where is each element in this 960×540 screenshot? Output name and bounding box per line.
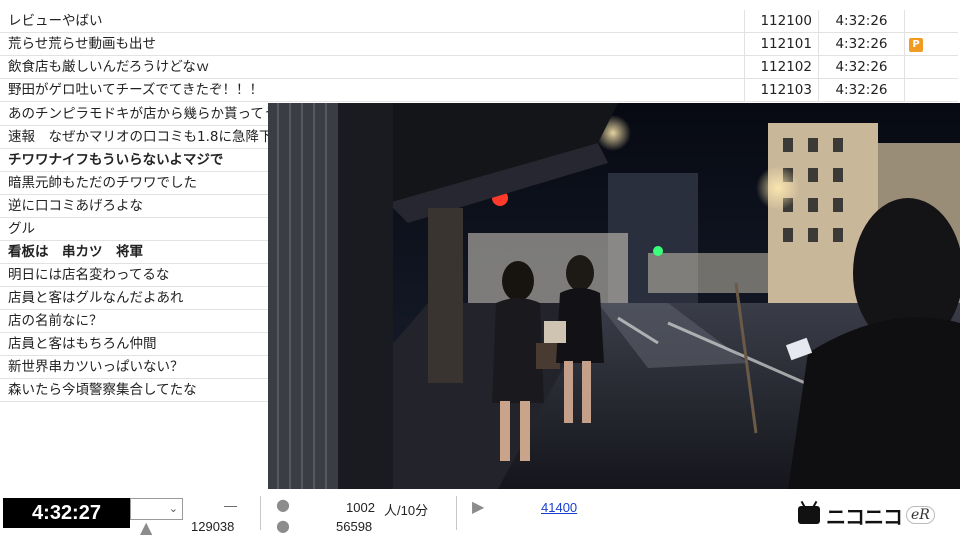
video-player[interactable]: [268, 103, 960, 489]
comment-text: 荒らせ荒らせ動画も出せ: [8, 36, 156, 52]
comment-mark: P: [904, 33, 958, 56]
separator: [456, 496, 457, 530]
comment-row[interactable]: 店員と客はグルなんだよあれ: [0, 287, 268, 310]
comment-text: 野田がゲロ吐いてチーズでてきたぞ！！！: [8, 82, 264, 98]
megaphone-icon: ▶: [472, 497, 485, 516]
comment-text: 飲食店も厳しいんだろうけどなｗ: [8, 59, 210, 75]
tv-icon: [798, 506, 820, 524]
comment-text: グル: [8, 221, 35, 237]
comment-time: 4:32:26: [818, 79, 904, 102]
logo-text: ニコニコ: [826, 504, 903, 529]
dash-text: —: [224, 498, 237, 513]
user-icon: ●: [276, 516, 290, 535]
comment-row[interactable]: レビューやばい 112100 4:32:26: [0, 10, 958, 33]
comment-text: チワワナイフもういらないよマジで: [8, 152, 224, 168]
comment-mark: [904, 56, 958, 79]
comment-number: 112103: [744, 79, 818, 102]
comment-text: 明日には店名変わってるな: [8, 267, 170, 283]
comment-text: 看板は 串カツ 将軍: [8, 244, 143, 260]
chevron-down-icon: ⌄: [168, 502, 178, 515]
separator: [260, 496, 261, 530]
comment-row[interactable]: 逆に口コミあげろよな: [0, 195, 268, 218]
comment-row[interactable]: あのチンピラモドキが店から幾らか貰ってうるさいって: [0, 103, 270, 126]
comment-row[interactable]: 明日には店名変わってるな: [0, 264, 268, 287]
comment-row[interactable]: グル: [0, 218, 268, 241]
comment-text: 店の名前なに？: [8, 313, 103, 329]
comment-text: 森いたら今頃警察集合してたな: [8, 382, 197, 398]
comment-time: 4:32:26: [818, 33, 904, 56]
comment-rate-value: 1002: [346, 500, 375, 515]
comment-row[interactable]: 暗黒元帥もただのチワワでした: [0, 172, 268, 195]
comment-text: 暗黒元帥もただのチワワでした: [8, 175, 197, 191]
comment-text: 速報 なぜかマリオの口コミも1.8に急降下: [8, 129, 270, 145]
logo-badge: eR: [906, 506, 935, 524]
elapsed-clock: 4:32:27: [3, 498, 130, 528]
comment-number: 112102: [744, 56, 818, 79]
quality-dropdown[interactable]: ⌄: [130, 498, 183, 520]
premium-badge-icon: P: [909, 38, 923, 52]
comment-time: 4:32:26: [818, 10, 904, 33]
broadcast-icon: ▲: [140, 518, 153, 537]
comment-row[interactable]: 森いたら今頃警察集合してたな: [0, 379, 268, 402]
video-frame: [268, 103, 960, 489]
comment-mark: [904, 10, 958, 33]
comment-mark: [904, 79, 958, 102]
comment-row[interactable]: 荒らせ荒らせ動画も出せ 112101 4:32:26 P: [0, 33, 958, 56]
comment-text: あのチンピラモドキが店から幾らか貰ってうるさいって: [8, 106, 270, 122]
active-count: 56598: [336, 519, 373, 534]
comment-row[interactable]: 飲食店も厳しいんだろうけどなｗ 112102 4:32:26: [0, 56, 958, 79]
comment-text: レビューやばい: [8, 13, 103, 29]
comment-row[interactable]: 速報 なぜかマリオの口コミも1.8に急降下: [0, 126, 270, 149]
comment-row[interactable]: 看板は 串カツ 将軍: [0, 241, 268, 264]
comment-time: 4:32:26: [818, 56, 904, 79]
comment-row[interactable]: 野田がゲロ吐いてチーズでてきたぞ！！！ 112103 4:32:26: [0, 79, 958, 102]
comment-row[interactable]: チワワナイフもういらないよマジで: [0, 149, 268, 172]
comment-row[interactable]: 店の名前なに？: [0, 310, 268, 333]
comment-rate-unit: 人/10分: [384, 503, 429, 518]
comment-number: 112100: [744, 10, 818, 33]
status-bar: 4:32:27 ⌄ ▲ — 129038 ● ● 1002 人/10分 5659…: [0, 490, 960, 540]
niconico-logo: ニコニコ eR: [798, 502, 935, 529]
ad-points-link[interactable]: 41400: [541, 500, 577, 515]
comment-text: 店員と客はもちろん仲間: [8, 336, 157, 352]
comment-text: 逆に口コミあげろよな: [8, 198, 143, 214]
comment-row[interactable]: 新世界串カツいっぱいない？: [0, 356, 268, 379]
viewers-icon: ●: [276, 495, 290, 514]
comment-text: 店員と客はグルなんだよあれ: [8, 290, 184, 306]
comment-number: 112101: [744, 33, 818, 56]
comment-row[interactable]: 店員と客はもちろん仲間: [0, 333, 268, 356]
total-visitors: 129038: [191, 519, 235, 534]
comment-text: 新世界串カツいっぱいない？: [8, 359, 184, 375]
